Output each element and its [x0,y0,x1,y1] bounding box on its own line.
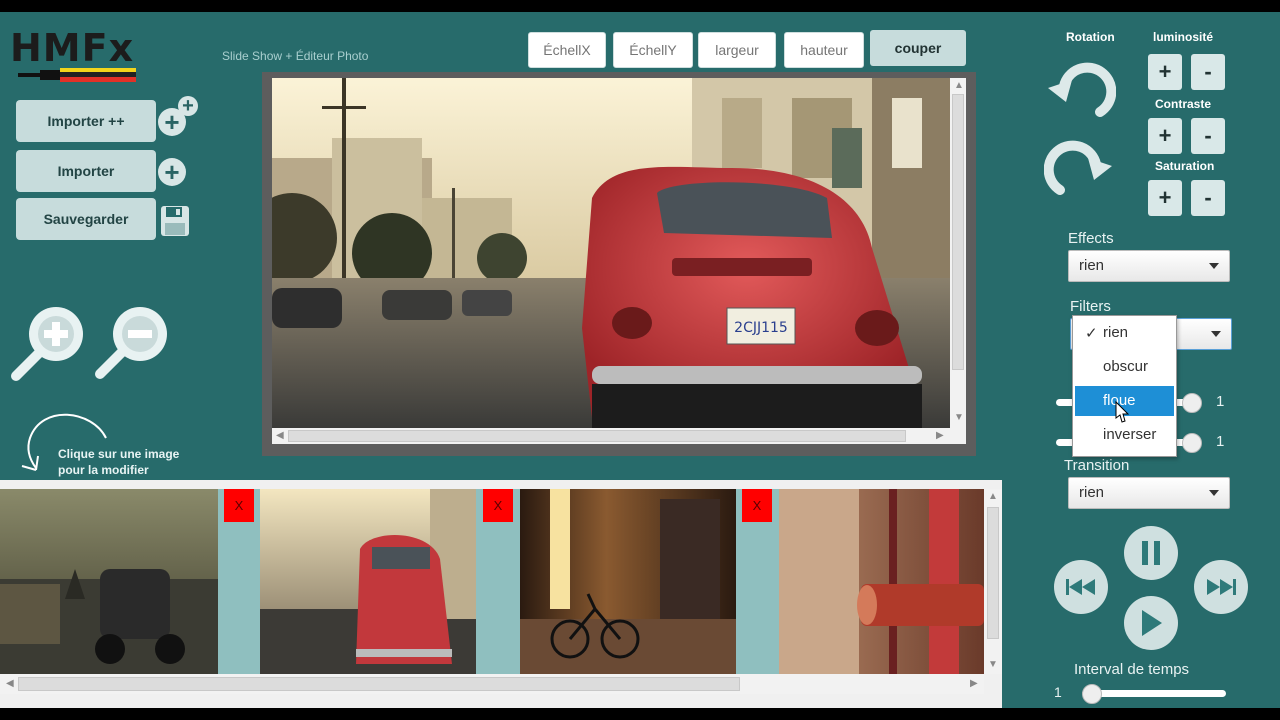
thumbnail-red-car[interactable] [260,489,476,674]
thumbnail-image [779,489,984,674]
rotate-left-icon[interactable] [1044,60,1116,130]
brightness-minus-button[interactable]: - [1191,54,1225,90]
scroll-thumb[interactable] [987,507,999,639]
scroll-thumb[interactable] [288,430,906,442]
floppy-disk-icon[interactable] [160,205,190,237]
scroll-right-arrow-icon[interactable]: ▶ [936,430,944,441]
filter-option-label: obscur [1103,358,1149,375]
saturation-title: Saturation [1155,159,1215,173]
chevron-down-icon [1209,263,1219,269]
scroll-down-arrow-icon[interactable]: ▼ [954,412,964,423]
app-window: HMFx Slide Show + Éditeur Photo Importer… [0,12,1280,708]
thumbnail-red-rope[interactable] [779,489,984,674]
skip-back-icon [1066,579,1095,595]
thumbnail-horizontal-scrollbar[interactable]: ◀ ▶ [0,674,984,694]
interval-slider-knob[interactable] [1082,684,1102,704]
width-input[interactable] [698,32,776,68]
hint-text: Clique sur une image pour la modifier [58,446,179,478]
image-viewport[interactable]: 2CJJ115 [272,78,950,428]
import-button[interactable]: Importer [16,150,156,192]
interval-label: Interval de temps [1074,661,1190,678]
filters-dropdown-list: ✓ rien obscur floue inverser [1072,315,1177,457]
import-plus-button[interactable]: Importer ++ [16,100,156,142]
thumbnail-city-car[interactable] [0,489,218,674]
paintbrush-icon [18,68,136,82]
transition-label: Transition [1064,457,1130,474]
contrast-minus-button[interactable]: - [1191,118,1225,154]
transition-value: rien [1079,484,1105,501]
cut-button[interactable]: couper [870,30,966,66]
pause-icon [1142,541,1160,565]
skip-forward-icon [1207,579,1236,595]
scale-y-input[interactable] [613,32,693,68]
saturation-plus-button[interactable]: + [1148,180,1182,216]
slider-1-knob[interactable] [1182,393,1202,413]
delete-thumbnail-button[interactable]: X [483,489,513,522]
save-button[interactable]: Sauvegarder [16,198,156,240]
pause-button[interactable] [1124,526,1178,580]
checkmark-icon: ✓ [1085,325,1098,342]
filters-label: Filters [1070,298,1111,315]
effects-label: Effects [1068,230,1114,247]
delete-thumbnail-button[interactable]: X [742,489,772,522]
rotation-title: Rotation [1066,30,1115,44]
interval-value: 1 [1054,684,1062,700]
thumbnail-image [260,489,476,674]
filter-option-obscur[interactable]: obscur [1075,352,1174,382]
saturation-minus-button[interactable]: - [1191,180,1225,216]
contrast-plus-button[interactable]: + [1148,118,1182,154]
rotate-right-icon[interactable] [1044,138,1116,208]
hint-line-2: pour la modifier [58,463,149,477]
thumbnail-list: X X X [0,489,984,674]
slider-1-value: 1 [1216,393,1225,410]
filter-option-rien[interactable]: ✓ rien [1075,318,1174,348]
license-plate-text: 2CJJ115 [734,320,788,336]
scale-x-input[interactable] [528,32,606,68]
height-input[interactable] [784,32,864,68]
scroll-right-arrow-icon[interactable]: ▶ [970,678,978,689]
chevron-down-icon [1211,331,1221,337]
scroll-left-arrow-icon[interactable]: ◀ [276,430,284,441]
thumbnail-vertical-scrollbar[interactable]: ▲ ▼ [984,489,1002,674]
thumbnail-image [520,489,736,674]
play-icon [1142,610,1162,636]
viewer-horizontal-scrollbar[interactable]: ◀ ▶ [272,428,966,444]
transition-select[interactable]: rien [1068,477,1230,509]
brightness-title: luminosité [1153,30,1214,44]
app-subtitle: Slide Show + Éditeur Photo [222,49,369,63]
hint-line-1: Clique sur une image [58,447,180,461]
add-icon[interactable]: + [158,158,186,186]
previous-button[interactable] [1054,560,1108,614]
slider-2-value: 1 [1216,433,1225,450]
filter-option-label: rien [1103,324,1129,341]
thumbnail-image [0,569,218,674]
add-small-icon: + [178,96,198,116]
scroll-left-arrow-icon[interactable]: ◀ [6,678,14,689]
zoom-out-icon[interactable] [94,302,170,384]
viewer-vertical-scrollbar[interactable]: ▲ ▼ [950,78,966,428]
filter-option-label: inverser [1103,426,1157,443]
slider-2-knob[interactable] [1182,433,1202,453]
zoom-in-icon[interactable] [8,302,88,384]
mouse-cursor-icon [1115,400,1130,423]
play-button[interactable] [1124,596,1178,650]
scroll-up-arrow-icon[interactable]: ▲ [954,80,964,91]
brightness-plus-button[interactable]: + [1148,54,1182,90]
scroll-thumb[interactable] [18,677,740,691]
app-logo: HMFx [10,26,135,70]
contrast-title: Contraste [1155,97,1212,111]
scroll-up-arrow-icon[interactable]: ▲ [988,491,998,502]
delete-thumbnail-button[interactable]: X [224,489,254,522]
scroll-thumb[interactable] [952,94,964,370]
car-photo: 2CJJ115 [272,78,950,428]
thumbnail-bicycle-street[interactable] [520,489,736,674]
next-button[interactable] [1194,560,1248,614]
effects-value: rien [1079,257,1105,274]
interval-slider-track[interactable] [1082,690,1226,697]
scroll-down-arrow-icon[interactable]: ▼ [988,659,998,670]
chevron-down-icon [1209,490,1219,496]
effects-select[interactable]: rien [1068,250,1230,282]
